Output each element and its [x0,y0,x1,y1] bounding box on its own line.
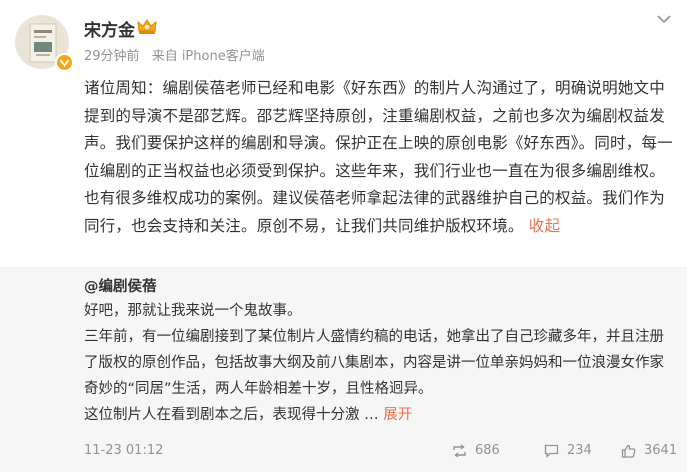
author-name[interactable]: 宋方金 [84,16,135,41]
repost-paragraph-text: 这位制片人在看到剧本之后，表现得十分激 … [84,407,379,423]
like-button[interactable]: 3641 [621,443,677,458]
like-count: 3641 [644,443,678,458]
comment-count: 234 [567,443,592,458]
post-source: 来自 iPhone客户端 [151,49,265,64]
repost-icon [453,443,466,458]
collapse-link[interactable]: 收起 [529,217,560,235]
like-icon [621,444,636,458]
post-time[interactable]: 29分钟前 [84,49,140,64]
repost-count: 686 [475,443,500,458]
weibo-post-card: 宋方金 29分钟前 来自 iPhone客户端 诸位周知：编剧侯蓓老师已经和电影《… [0,0,687,472]
crown-icon[interactable] [136,17,158,35]
verified-badge-icon [55,53,74,72]
comment-button[interactable]: 234 [544,443,592,458]
repost-author[interactable]: @编剧侯蓓 [84,275,157,296]
chevron-down-icon[interactable] [656,10,672,24]
repost-text: 好吧，那就让我来说一个鬼故事。 三年前，有一位编剧接到了某位制片人盛情约稿的电话… [84,298,674,428]
repost-paragraph: 这位制片人在看到剧本之后，表现得十分激 … 展开 [84,402,674,428]
post-body: 诸位周知：编剧侯蓓老师已经和电影《好东西》的制片人沟通过了，明确说明她文中提到的… [84,79,673,235]
repost-time[interactable]: 11-23 01:12 [84,443,163,458]
repost-footer: 11-23 01:12 686 234 3641 [84,443,677,463]
post-text: 诸位周知：编剧侯蓓老师已经和电影《好东西》的制片人沟通过了，明确说明她文中提到的… [84,75,674,240]
repost-button[interactable]: 686 [452,443,500,458]
repost-block: @编剧侯蓓 好吧，那就让我来说一个鬼故事。 三年前，有一位编剧接到了某位制片人盛… [0,267,687,472]
repost-paragraph: 好吧，那就让我来说一个鬼故事。 [84,303,302,319]
expand-link[interactable]: 展开 [383,407,412,423]
comment-icon [544,444,559,458]
post-meta: 29分钟前 来自 iPhone客户端 [84,45,273,64]
repost-paragraph: 三年前，有一位编剧接到了某位制片人盛情约稿的电话，她拿出了自己珍藏多年，并且注册… [84,329,664,397]
